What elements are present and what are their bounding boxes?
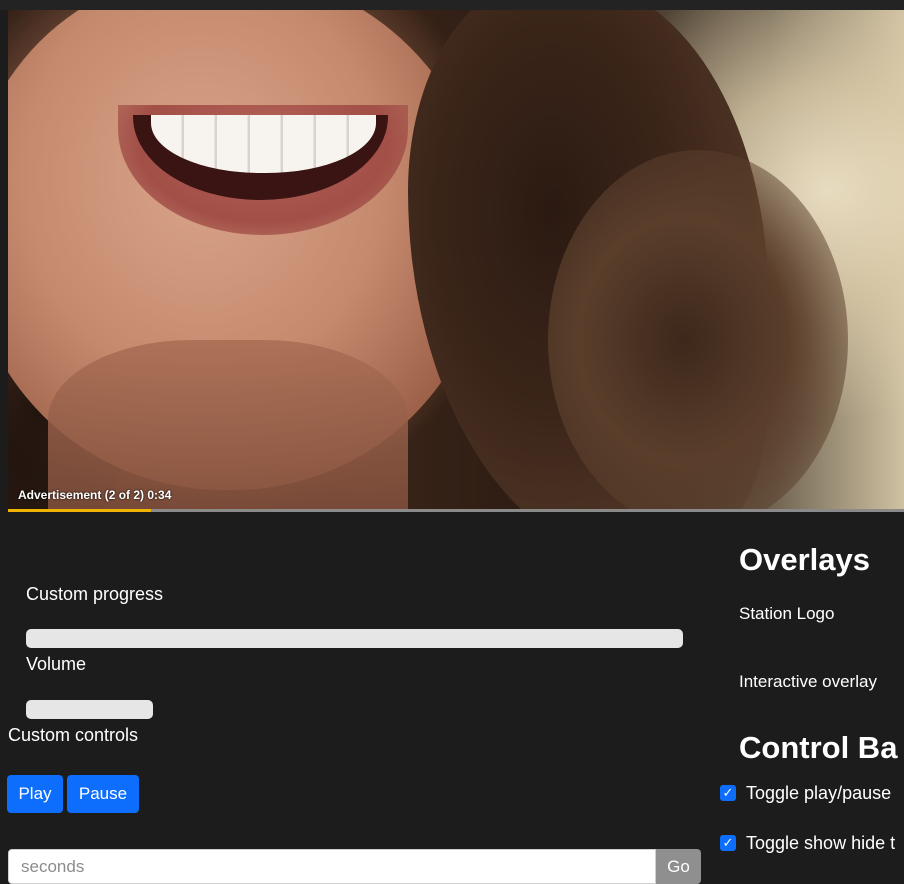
toggle-play-pause-label: Toggle play/pause (746, 783, 892, 803)
station-logo-label: Station Logo (739, 604, 835, 623)
ad-progress-bar (8, 509, 904, 512)
custom-controls-label: Custom controls (8, 725, 139, 745)
overlays-heading: Overlays (739, 542, 870, 577)
top-strip (0, 0, 904, 10)
seconds-input[interactable] (8, 849, 656, 884)
volume-label: Volume (26, 654, 87, 674)
video-frame-neck (48, 340, 408, 510)
toggle-play-pause-checkbox[interactable]: ✓ (720, 785, 736, 801)
pause-button[interactable]: Pause (67, 775, 139, 813)
video-frame-teeth (151, 115, 376, 173)
volume-slider[interactable] (26, 700, 153, 719)
toggle-show-hide-label: Toggle show hide t (746, 833, 896, 853)
player-demo-page: Advertisement (2 of 2) 0:34 Custom progr… (0, 0, 904, 884)
custom-progress-label: Custom progress (26, 584, 164, 604)
control-bar-heading: Control Ba (739, 730, 898, 765)
play-button[interactable]: Play (7, 775, 63, 813)
custom-progress-slider[interactable] (26, 629, 683, 648)
video-frame-hair (548, 150, 848, 510)
interactive-overlay-label: Interactive overlay (739, 672, 877, 691)
ad-progress-fill (8, 509, 152, 512)
checkmark-icon: ✓ (722, 785, 734, 800)
toggle-show-hide-checkbox[interactable]: ✓ (720, 835, 736, 851)
ad-status-label: Advertisement (2 of 2) 0:34 (18, 488, 172, 502)
checkmark-icon: ✓ (722, 835, 734, 850)
video-player[interactable]: Advertisement (2 of 2) 0:34 (8, 10, 904, 510)
go-button[interactable]: Go (656, 849, 701, 884)
